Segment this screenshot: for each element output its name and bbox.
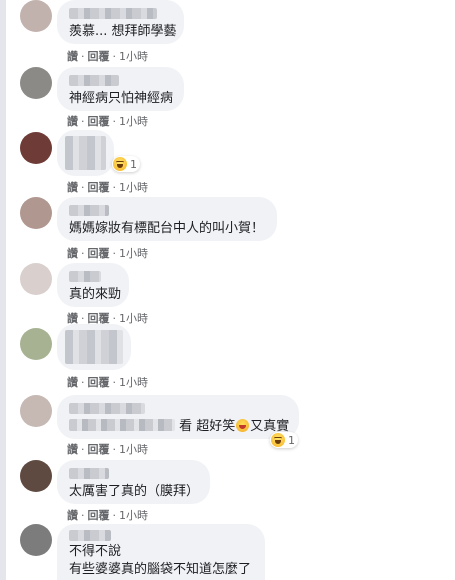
- comment-text-part: 看 超好笑: [179, 419, 236, 434]
- like-link[interactable]: 讚: [67, 441, 78, 457]
- comment-bubble: 太厲害了真的（膜拜）: [57, 460, 210, 504]
- avatar[interactable]: [20, 197, 52, 229]
- comment-actions: 讚 · 回覆 · 1小時: [67, 374, 148, 390]
- comment-actions: 讚 · 回覆 · 1小時: [67, 245, 148, 261]
- reply-link[interactable]: 回覆: [88, 441, 110, 457]
- reaction-count: 1: [288, 433, 295, 447]
- comment-actions: 讚 · 回覆 · 1小時: [67, 113, 148, 129]
- timestamp[interactable]: 1小時: [119, 310, 148, 326]
- like-link[interactable]: 讚: [67, 179, 78, 195]
- comment-bubble: 看 超好笑 又真實: [57, 395, 299, 439]
- separator: ·: [81, 50, 85, 63]
- separator: ·: [112, 376, 117, 389]
- like-link[interactable]: 讚: [67, 507, 78, 523]
- reply-link[interactable]: 回覆: [88, 113, 110, 129]
- like-link[interactable]: 讚: [67, 374, 78, 390]
- timestamp[interactable]: 1小時: [119, 507, 148, 523]
- separator: ·: [81, 443, 85, 456]
- comment-bubble: 真的來勁: [57, 263, 129, 307]
- separator: ·: [112, 247, 117, 260]
- comment-text-line: 有些婆婆真的腦袋不知道怎麼了: [69, 562, 252, 577]
- author-name[interactable]: [69, 403, 145, 414]
- author-name[interactable]: [69, 530, 111, 541]
- like-link[interactable]: 讚: [67, 48, 78, 64]
- timestamp[interactable]: 1小時: [119, 179, 148, 195]
- comment-actions: 讚 · 回覆 · 1小時: [67, 507, 148, 523]
- separator: ·: [81, 247, 85, 260]
- reply-link[interactable]: 回覆: [88, 374, 110, 390]
- author-name[interactable]: [69, 205, 109, 216]
- laughing-emoji-icon: [236, 419, 250, 432]
- comment-actions: 讚 · 回覆 · 1小時: [67, 179, 148, 195]
- separator: ·: [81, 181, 85, 194]
- timestamp[interactable]: 1小時: [119, 441, 148, 457]
- separator: ·: [112, 115, 117, 128]
- blurred-comment-text: [65, 330, 123, 364]
- comment-text: 神經病只怕神經病: [69, 91, 174, 106]
- comment-text: 媽媽嫁妝有標配台中人的叫小賀！: [69, 221, 265, 236]
- avatar[interactable]: [20, 0, 52, 32]
- comment-bubble: [57, 130, 114, 176]
- separator: ·: [81, 376, 85, 389]
- avatar[interactable]: [20, 328, 52, 360]
- avatar[interactable]: [20, 524, 52, 556]
- avatar[interactable]: [20, 132, 52, 164]
- author-name[interactable]: [69, 75, 119, 86]
- comment-text: 真的來勁: [69, 287, 122, 302]
- avatar[interactable]: [20, 460, 52, 492]
- reply-link[interactable]: 回覆: [88, 179, 110, 195]
- haha-icon: [113, 157, 127, 171]
- comment-bubble: 神經病只怕神經病: [57, 67, 184, 111]
- separator: ·: [112, 50, 117, 63]
- author-name[interactable]: [69, 8, 157, 19]
- haha-icon: [271, 433, 285, 447]
- comment-actions: 讚 · 回覆 · 1小時: [67, 48, 148, 64]
- reaction-count: 1: [130, 157, 137, 171]
- separator: ·: [81, 509, 85, 522]
- reply-link[interactable]: 回覆: [88, 507, 110, 523]
- comment-bubble: 不得不說 有些婆婆真的腦袋不知道怎麼了: [57, 524, 265, 580]
- avatar[interactable]: [20, 263, 52, 295]
- comment-text-line: 不得不說: [69, 544, 122, 559]
- avatar[interactable]: [20, 395, 52, 427]
- comment-bubble: [57, 324, 131, 370]
- reaction-badge[interactable]: 1: [112, 156, 140, 172]
- comment-text: 羨慕... 想拜師學藝: [69, 24, 177, 39]
- avatar[interactable]: [20, 67, 52, 99]
- separator: ·: [81, 115, 85, 128]
- separator: ·: [112, 443, 117, 456]
- comment-text: 太厲害了真的（膜拜）: [69, 484, 200, 499]
- comment-text: 看 超好笑 又真實: [69, 418, 289, 436]
- timestamp[interactable]: 1小時: [119, 374, 148, 390]
- timestamp[interactable]: 1小時: [119, 48, 148, 64]
- comment-actions: 讚 · 回覆 · 1小時: [67, 441, 148, 457]
- like-link[interactable]: 讚: [67, 113, 78, 129]
- separator: ·: [112, 509, 117, 522]
- scroll-edge: [0, 0, 6, 580]
- author-name[interactable]: [69, 468, 109, 479]
- blurred-mention: [69, 419, 175, 431]
- reaction-badge[interactable]: 1: [270, 432, 298, 448]
- author-name[interactable]: [69, 271, 101, 282]
- like-link[interactable]: 讚: [67, 245, 78, 261]
- comment-bubble: 媽媽嫁妝有標配台中人的叫小賀！: [57, 197, 277, 241]
- separator: ·: [112, 181, 117, 194]
- reply-link[interactable]: 回覆: [88, 48, 110, 64]
- blurred-comment-text: [65, 136, 106, 170]
- comment-bubble: 羨慕... 想拜師學藝: [57, 0, 184, 44]
- timestamp[interactable]: 1小時: [119, 245, 148, 261]
- reply-link[interactable]: 回覆: [88, 245, 110, 261]
- timestamp[interactable]: 1小時: [119, 113, 148, 129]
